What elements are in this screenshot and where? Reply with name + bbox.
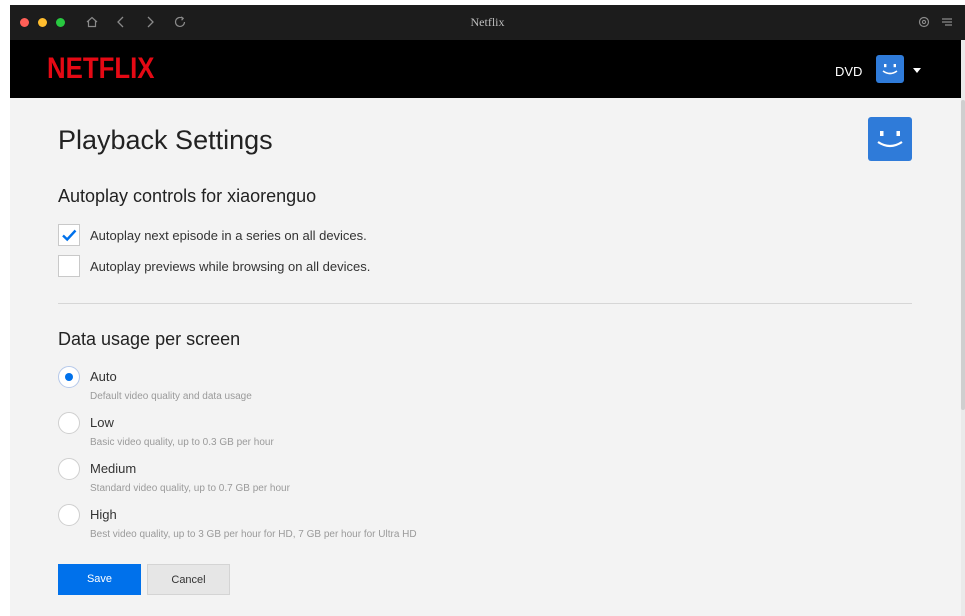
netflix-header: NETFLIX DVD [10, 40, 965, 98]
save-button[interactable]: Save [58, 564, 141, 595]
app-window: Netflix NETFLIX DVD Playback Settings Au… [10, 5, 965, 616]
autoplay-next-episode-label[interactable]: Autoplay next episode in a series on all… [90, 228, 367, 243]
data-usage-heading: Data usage per screen [58, 329, 241, 349]
page-title: Playback Settings [58, 125, 273, 155]
radio-auto[interactable] [58, 366, 80, 388]
radio-auto-label[interactable]: Auto [90, 369, 117, 384]
profile-avatar[interactable] [876, 55, 904, 83]
radio-selected-dot [65, 373, 73, 381]
autoplay-previews-label[interactable]: Autoplay previews while browsing on all … [90, 259, 370, 274]
checkmark-icon [62, 229, 77, 242]
autoplay-next-episode-checkbox[interactable] [58, 224, 80, 246]
profile-avatar-large [868, 117, 912, 161]
profile-dropdown-caret-icon[interactable] [913, 68, 921, 73]
radio-low-label[interactable]: Low [90, 415, 114, 430]
autoplay-previews-checkbox[interactable] [58, 255, 80, 277]
scrollbar-thumb[interactable] [961, 100, 965, 410]
radio-high-label[interactable]: High [90, 507, 117, 522]
radio-medium-label[interactable]: Medium [90, 461, 136, 476]
radio-low-description: Basic video quality, up to 0.3 GB per ho… [90, 437, 274, 448]
radio-low[interactable] [58, 412, 80, 434]
radio-high-description: Best video quality, up to 3 GB per hour … [90, 529, 417, 540]
section-divider [58, 303, 912, 304]
window-title: Netflix [470, 15, 505, 29]
title-bar: Netflix [10, 5, 965, 40]
cancel-button[interactable]: Cancel [147, 564, 230, 595]
profile-name[interactable]: DVD [835, 64, 862, 79]
gear-icon[interactable] [915, 13, 933, 31]
radio-high[interactable] [58, 504, 80, 526]
radio-auto-description: Default video quality and data usage [90, 391, 252, 402]
autoplay-heading: Autoplay controls for xiaorenguo [58, 186, 317, 206]
radio-medium[interactable] [58, 458, 80, 480]
radio-medium-description: Standard video quality, up to 0.7 GB per… [90, 483, 290, 494]
menu-icon[interactable] [938, 13, 956, 31]
netflix-logo[interactable]: NETFLIX [47, 52, 155, 86]
